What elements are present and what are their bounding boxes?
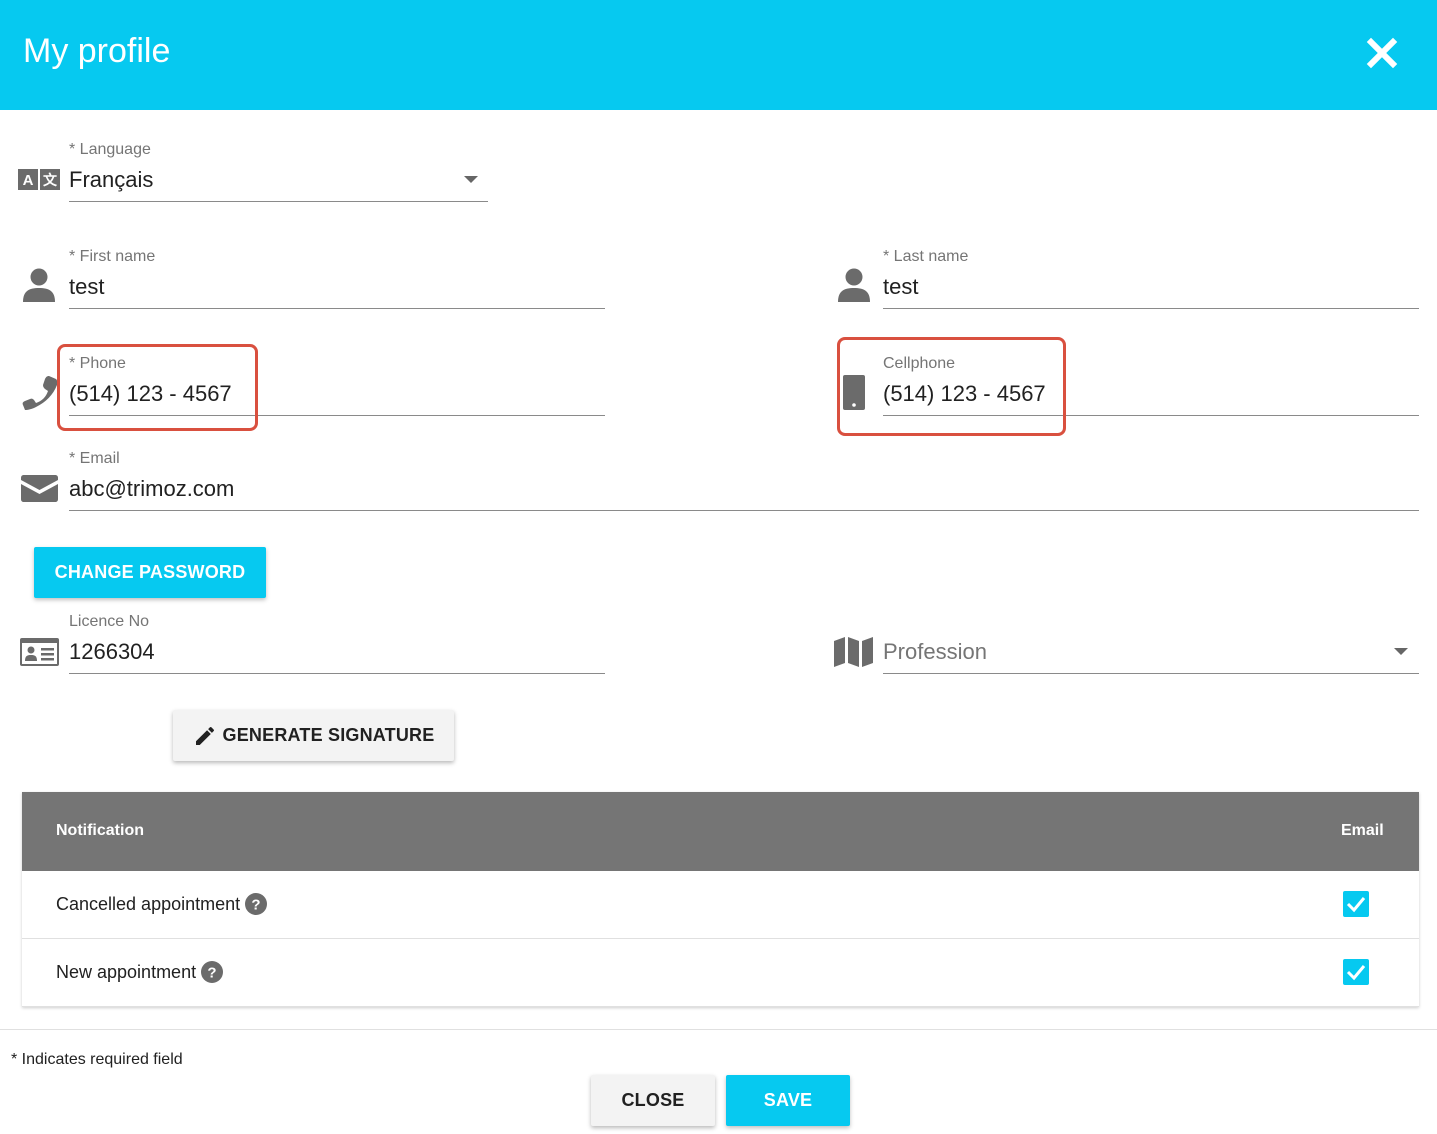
help-icon[interactable]: ? — [201, 961, 224, 983]
profession-select[interactable]: Profession — [883, 610, 1419, 676]
phone-value: (514) 123 - 4567 — [69, 381, 232, 406]
map-icon — [834, 637, 873, 667]
table-row: New appointment ? — [22, 939, 1419, 1007]
mobile-icon — [843, 375, 865, 410]
licence-field[interactable]: Licence No 1266304 — [69, 610, 605, 676]
chevron-down-icon[interactable] — [1394, 648, 1408, 655]
notification-column-header: Notification — [56, 822, 144, 839]
email-value: abc@trimoz.com — [69, 476, 235, 501]
language-select[interactable]: * Language Français — [69, 138, 488, 204]
profession-placeholder: Profession — [883, 639, 987, 664]
pencil-icon — [195, 726, 214, 745]
close-icon[interactable] — [1362, 33, 1402, 73]
first-name-value: test — [69, 274, 105, 299]
notification-label: New appointment — [56, 961, 197, 982]
dialog-header: My profile — [0, 0, 1437, 110]
cellphone-label: Cellphone — [883, 355, 956, 372]
first-name-field[interactable]: * First name test — [69, 245, 605, 311]
email-checkbox[interactable] — [1343, 891, 1369, 917]
chevron-down-icon[interactable] — [464, 176, 478, 183]
cellphone-value: (514) 123 - 4567 — [883, 381, 1046, 406]
phone-icon — [22, 376, 58, 410]
phone-field[interactable]: * Phone (514) 123 - 4567 — [69, 352, 605, 418]
cellphone-field[interactable]: Cellphone (514) 123 - 4567 — [883, 352, 1419, 418]
save-button[interactable]: SAVE — [726, 1075, 850, 1126]
generate-signature-label: GENERATE SIGNATURE — [222, 725, 435, 745]
email-label: * Email — [69, 450, 120, 467]
email-field[interactable]: * Email abc@trimoz.com — [69, 447, 1419, 513]
licence-value: 1266304 — [69, 639, 155, 664]
close-button[interactable]: CLOSE — [591, 1075, 715, 1126]
svg-text:?: ? — [208, 965, 217, 982]
notification-label: Cancelled appointment — [56, 893, 241, 914]
svg-text:?: ? — [252, 897, 261, 914]
notification-table: Notification Email Cancelled appointment… — [22, 792, 1419, 1007]
person-icon — [838, 268, 870, 302]
envelope-icon — [21, 475, 58, 502]
dialog-title: My profile — [23, 32, 171, 70]
help-icon[interactable]: ? — [245, 893, 268, 915]
change-password-button[interactable]: CHANGE PASSWORD — [34, 547, 266, 598]
footer-divider — [0, 1029, 1437, 1030]
first-name-label: * First name — [69, 248, 156, 265]
phone-label: * Phone — [69, 355, 126, 372]
language-label: * Language — [69, 141, 151, 158]
svg-text:A: A — [23, 172, 34, 189]
table-row: Cancelled appointment ? — [22, 871, 1419, 939]
last-name-value: test — [883, 274, 919, 299]
last-name-label: * Last name — [883, 248, 969, 265]
translate-icon: A 文 — [18, 169, 60, 190]
svg-text:文: 文 — [43, 172, 58, 189]
required-field-note: * Indicates required field — [11, 1051, 183, 1068]
generate-signature-button[interactable]: GENERATE SIGNATURE — [173, 710, 454, 761]
notification-table-header: Notification Email — [22, 792, 1419, 871]
id-card-icon — [20, 638, 59, 666]
email-column-header: Email — [1341, 822, 1384, 839]
language-value: Français — [69, 167, 154, 192]
person-icon — [23, 268, 55, 302]
last-name-field[interactable]: * Last name test — [883, 245, 1419, 311]
licence-label: Licence No — [69, 613, 150, 630]
email-checkbox[interactable] — [1343, 959, 1369, 985]
